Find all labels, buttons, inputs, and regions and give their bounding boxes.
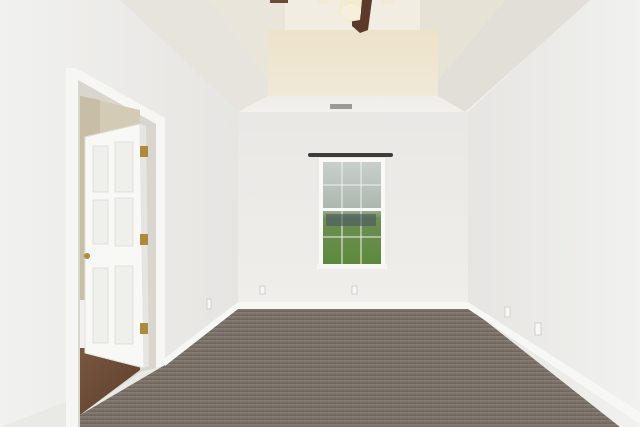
outlet-right-1 bbox=[504, 306, 511, 318]
tray-inner-panel bbox=[268, 30, 438, 96]
room-photo bbox=[0, 0, 640, 427]
door-knob bbox=[84, 253, 90, 259]
door-hinge-bottom bbox=[140, 323, 148, 334]
outlet-back-right bbox=[351, 285, 358, 295]
window bbox=[308, 153, 393, 269]
outlet-back-left bbox=[259, 285, 266, 295]
hvac-vent bbox=[330, 104, 352, 109]
baseboard-back bbox=[238, 302, 468, 309]
outlet-right-2 bbox=[534, 322, 542, 336]
door-hinge-middle bbox=[140, 234, 148, 245]
open-door bbox=[84, 123, 149, 369]
door-hinge-top bbox=[140, 146, 148, 157]
outlet-left bbox=[206, 298, 212, 310]
